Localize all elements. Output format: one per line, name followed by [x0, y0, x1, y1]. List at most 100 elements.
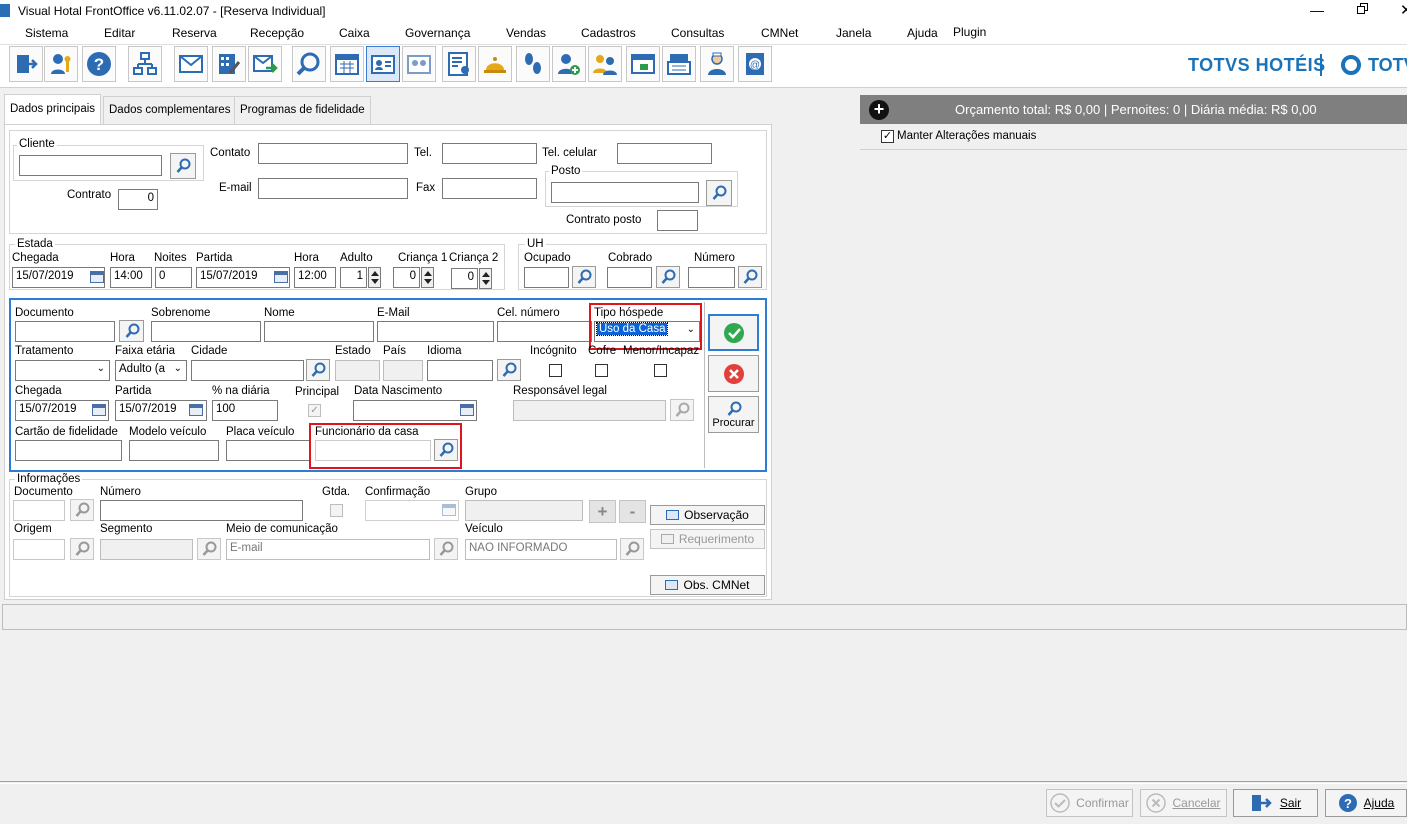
menu-sistema[interactable]: Sistema	[25, 26, 68, 40]
numero-uh-input[interactable]	[688, 267, 735, 288]
posto-input[interactable]	[551, 182, 699, 203]
posto-search-button[interactable]	[706, 180, 732, 206]
menu-editar[interactable]: Editar	[104, 26, 135, 40]
group-reservation-icon[interactable]	[402, 46, 436, 82]
email-input[interactable]	[258, 178, 408, 199]
hora-partida-input[interactable]: 12:00	[294, 267, 336, 288]
ajuda-button[interactable]: ? Ajuda	[1325, 789, 1407, 817]
calculator-edit-icon[interactable]	[212, 46, 246, 82]
documento-search-button[interactable]	[119, 320, 144, 342]
ocupado-search-button[interactable]	[572, 266, 596, 288]
minimize-button[interactable]: —	[1310, 2, 1330, 18]
info-documento-input[interactable]	[13, 500, 65, 521]
guest-chegada-calendar-icon[interactable]	[92, 404, 106, 416]
menu-reserva[interactable]: Reserva	[172, 26, 217, 40]
cartao-fidelidade-input[interactable]	[15, 440, 122, 461]
veiculo-search-button[interactable]	[620, 538, 644, 560]
search-icon[interactable]	[292, 46, 326, 82]
placa-veiculo-input[interactable]	[226, 440, 310, 461]
crianca1-spinner[interactable]	[421, 267, 434, 288]
cobrado-search-button[interactable]	[656, 266, 680, 288]
menu-consultas[interactable]: Consultas	[671, 26, 724, 40]
cobrado-input[interactable]	[607, 267, 652, 288]
incognito-checkbox[interactable]	[549, 364, 562, 377]
guest-list-icon[interactable]	[442, 46, 476, 82]
cashier-icon[interactable]	[626, 46, 660, 82]
noites-input[interactable]: 0	[155, 267, 192, 288]
guest-partida-calendar-icon[interactable]	[189, 404, 203, 416]
tratamento-select[interactable]: ⌄	[15, 360, 110, 381]
footprints-icon[interactable]	[516, 46, 550, 82]
menor-incapaz-checkbox[interactable]	[654, 364, 667, 377]
user-key-icon[interactable]	[44, 46, 78, 82]
expand-plus-icon[interactable]: +	[869, 100, 889, 120]
confirm-guest-button[interactable]	[708, 314, 759, 351]
menu-janela[interactable]: Janela	[836, 26, 871, 40]
procurar-button[interactable]: Procurar	[708, 396, 759, 433]
cliente-search-button[interactable]	[170, 153, 196, 179]
idioma-input[interactable]	[427, 360, 493, 381]
tab-programas-fidelidade[interactable]: Programas de fidelidade	[234, 96, 371, 125]
bell-icon[interactable]	[478, 46, 512, 82]
menu-cmnet[interactable]: CMNet	[761, 26, 798, 40]
crianca2-spinner[interactable]	[479, 268, 492, 289]
data-nascimento-input[interactable]	[353, 400, 477, 421]
menu-ajuda[interactable]: Ajuda	[907, 26, 938, 40]
menu-vendas[interactable]: Vendas	[506, 26, 546, 40]
users-group-icon[interactable]	[588, 46, 622, 82]
tel-input[interactable]	[442, 143, 537, 164]
idioma-search-button[interactable]	[497, 359, 521, 381]
contrato-posto-input[interactable]	[657, 210, 698, 231]
contato-input[interactable]	[258, 143, 408, 164]
pct-diaria-input[interactable]: 100	[212, 400, 278, 421]
origem-input[interactable]	[13, 539, 65, 560]
mail-icon[interactable]	[174, 46, 208, 82]
fax-input[interactable]	[442, 178, 537, 199]
numero-uh-search-button[interactable]	[738, 266, 762, 288]
menu-caixa[interactable]: Caixa	[339, 26, 370, 40]
menu-plugin[interactable]: Plugin	[953, 25, 986, 39]
menu-governanca[interactable]: Governança	[405, 26, 470, 40]
sair-button[interactable]: Sair	[1233, 789, 1318, 817]
tab-dados-complementares[interactable]: Dados complementares	[103, 96, 237, 125]
observacao-button[interactable]: Observação	[650, 505, 765, 525]
cofre-checkbox[interactable]	[595, 364, 608, 377]
origem-search-button[interactable]	[70, 538, 94, 560]
exit-icon[interactable]	[9, 46, 43, 82]
restore-button[interactable]	[1357, 3, 1371, 17]
sobrenome-input[interactable]	[151, 321, 261, 342]
crianca2-input[interactable]: 0	[451, 268, 478, 289]
printer-register-icon[interactable]	[662, 46, 696, 82]
add-user-icon[interactable]	[552, 46, 586, 82]
nome-input[interactable]	[264, 321, 374, 342]
partida-calendar-icon[interactable]	[274, 271, 288, 283]
meio-comunicacao-search-button[interactable]	[434, 538, 458, 560]
tel-celular-input[interactable]	[617, 143, 712, 164]
adulto-spinner[interactable]	[368, 267, 381, 288]
reservation-card-icon[interactable]	[366, 46, 400, 82]
ocupado-input[interactable]	[524, 267, 569, 288]
keep-manual-checkbox[interactable]: ✓	[881, 130, 894, 143]
documento-input[interactable]	[15, 321, 115, 342]
help-icon[interactable]: ?	[82, 46, 116, 82]
data-nascimento-calendar-icon[interactable]	[460, 404, 474, 416]
modelo-veiculo-input[interactable]	[129, 440, 219, 461]
info-documento-search-button[interactable]	[70, 499, 94, 521]
segmento-search-button[interactable]	[197, 538, 221, 560]
obs-cmnet-button[interactable]: Obs. CMNet	[650, 575, 765, 595]
housekeeper-icon[interactable]	[700, 46, 734, 82]
org-chart-icon[interactable]	[128, 46, 162, 82]
cidade-search-button[interactable]	[306, 359, 330, 381]
contrato-input[interactable]: 0	[118, 189, 158, 210]
adulto-input[interactable]: 1	[340, 267, 367, 288]
contact-book-icon[interactable]: @	[738, 46, 772, 82]
menu-cadastros[interactable]: Cadastros	[581, 26, 636, 40]
send-mail-icon[interactable]	[248, 46, 282, 82]
chegada-calendar-icon[interactable]	[90, 271, 104, 283]
crianca1-input[interactable]: 0	[393, 267, 420, 288]
cancel-guest-button[interactable]	[708, 355, 759, 392]
cliente-input[interactable]	[19, 155, 162, 176]
guest-email-input[interactable]	[377, 321, 494, 342]
info-numero-input[interactable]	[100, 500, 303, 521]
tab-dados-principais[interactable]: Dados principais	[4, 94, 102, 125]
